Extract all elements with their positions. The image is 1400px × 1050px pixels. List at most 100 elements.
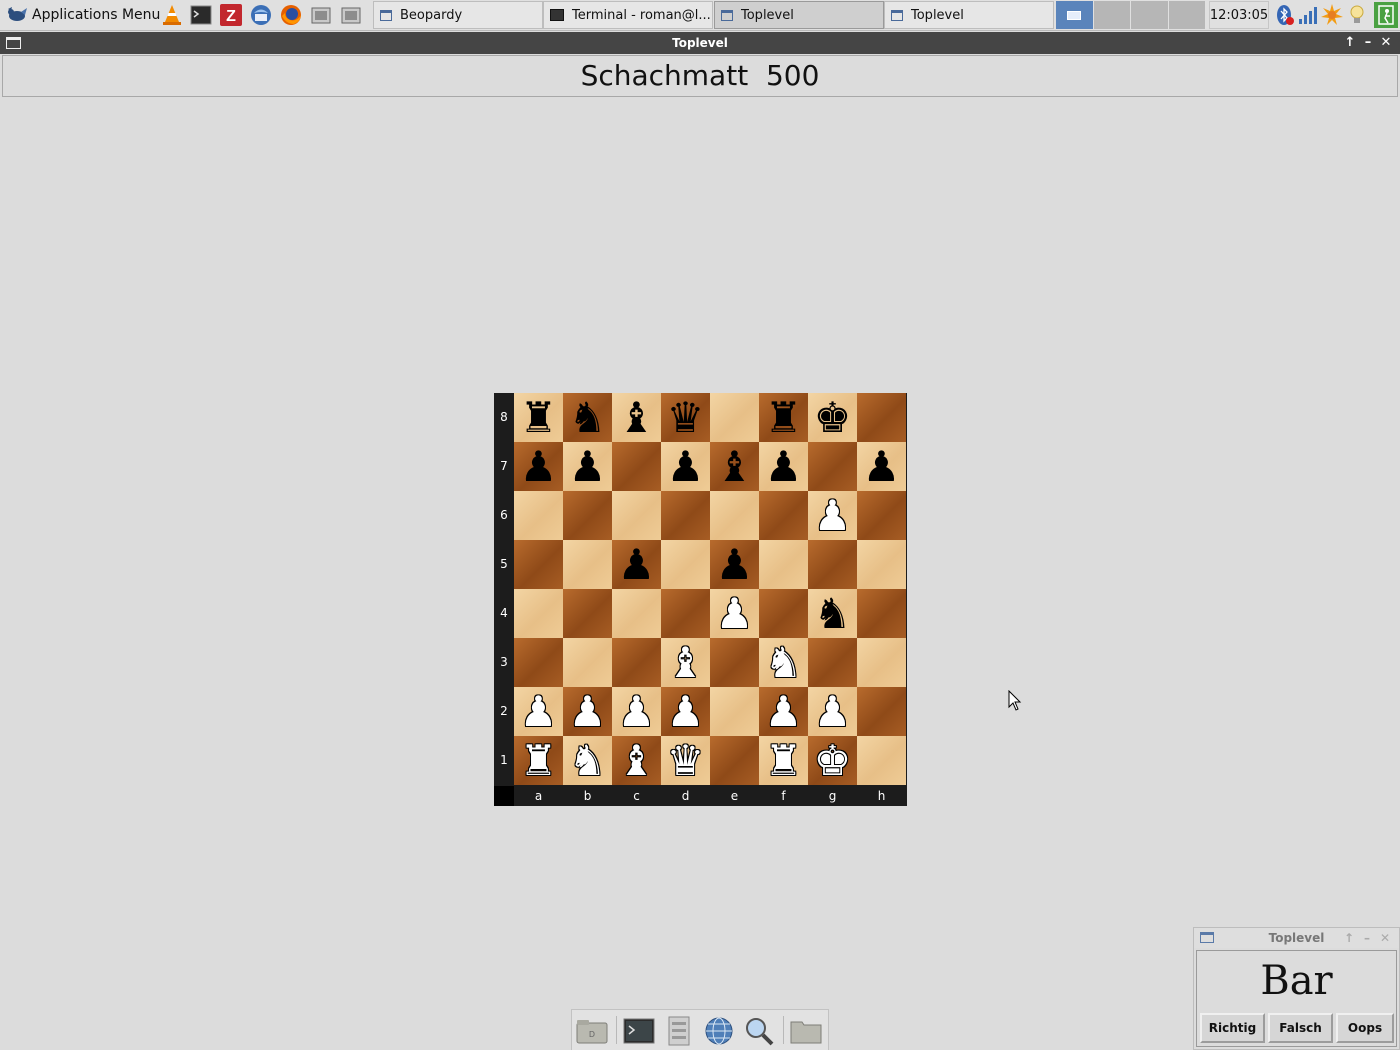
firefox-launcher[interactable] — [279, 3, 303, 27]
window-menu-icon[interactable] — [1200, 932, 1214, 943]
show-desktop-button[interactable]: D — [576, 1015, 608, 1047]
minimize-icon[interactable]: – — [1360, 928, 1374, 948]
square-h3[interactable] — [857, 638, 906, 687]
square-a4[interactable] — [514, 589, 563, 638]
square-a2[interactable]: ♟ — [514, 687, 563, 736]
black-king-icon[interactable]: ♚ — [814, 393, 852, 442]
black-rook-icon[interactable]: ♜ — [765, 393, 803, 442]
white-pawn-icon[interactable]: ♟ — [667, 687, 705, 736]
square-e8[interactable] — [710, 393, 759, 442]
square-f4[interactable] — [759, 589, 808, 638]
square-b7[interactable]: ♟ — [563, 442, 612, 491]
square-b2[interactable]: ♟ — [563, 687, 612, 736]
square-b1[interactable]: ♞ — [563, 736, 612, 785]
white-queen-icon[interactable]: ♛ — [667, 736, 705, 785]
square-e6[interactable] — [710, 491, 759, 540]
lightbulb-tray[interactable] — [1346, 4, 1368, 26]
task-terminal[interactable]: Terminal - roman@l... — [543, 1, 713, 29]
square-h5[interactable] — [857, 540, 906, 589]
white-bishop-icon[interactable]: ♝ — [667, 638, 705, 687]
vlc-launcher[interactable] — [160, 3, 184, 27]
correct-button[interactable]: Richtig — [1200, 1013, 1265, 1043]
square-f5[interactable] — [759, 540, 808, 589]
screenshot-launcher-2[interactable] — [339, 3, 363, 27]
square-a6[interactable] — [514, 491, 563, 540]
square-d4[interactable] — [661, 589, 710, 638]
screenshot-launcher[interactable] — [309, 3, 333, 27]
square-c8[interactable]: ♝ — [612, 393, 661, 442]
black-pawn-icon[interactable]: ♟ — [863, 442, 901, 491]
terminal-launcher[interactable] — [189, 3, 213, 27]
square-f2[interactable]: ♟ — [759, 687, 808, 736]
square-h6[interactable] — [857, 491, 906, 540]
terminal-dock-button[interactable] — [623, 1015, 655, 1047]
wrong-button[interactable]: Falsch — [1268, 1013, 1333, 1043]
black-bishop-icon[interactable]: ♝ — [618, 393, 656, 442]
folder-dock-button[interactable] — [790, 1015, 822, 1047]
close-icon[interactable]: ✕ — [1378, 928, 1392, 948]
black-pawn-icon[interactable]: ♟ — [716, 540, 754, 589]
black-bishop-icon[interactable]: ♝ — [716, 442, 754, 491]
white-pawn-icon[interactable]: ♟ — [814, 687, 852, 736]
workspace-3[interactable] — [1131, 1, 1168, 29]
square-h1[interactable] — [857, 736, 906, 785]
white-bishop-icon[interactable]: ♝ — [618, 736, 656, 785]
weather-tray[interactable] — [1321, 4, 1343, 26]
white-pawn-icon[interactable]: ♟ — [716, 589, 754, 638]
square-d3[interactable]: ♝ — [661, 638, 710, 687]
white-knight-icon[interactable]: ♞ — [569, 736, 607, 785]
square-e1[interactable] — [710, 736, 759, 785]
minimize-icon[interactable]: – — [1360, 32, 1376, 54]
square-g6[interactable]: ♟ — [808, 491, 857, 540]
black-pawn-icon[interactable]: ♟ — [765, 442, 803, 491]
workspace-2[interactable] — [1093, 1, 1130, 29]
square-d8[interactable]: ♛ — [661, 393, 710, 442]
workspace-4[interactable] — [1168, 1, 1205, 29]
square-a1[interactable]: ♜ — [514, 736, 563, 785]
black-pawn-icon[interactable]: ♟ — [618, 540, 656, 589]
square-e4[interactable]: ♟ — [710, 589, 759, 638]
white-pawn-icon[interactable]: ♟ — [569, 687, 607, 736]
square-f6[interactable] — [759, 491, 808, 540]
white-pawn-icon[interactable]: ♟ — [814, 491, 852, 540]
main-window-titlebar[interactable]: Toplevel ↑ – ✕ — [0, 32, 1400, 54]
square-f7[interactable]: ♟ — [759, 442, 808, 491]
square-d6[interactable] — [661, 491, 710, 540]
square-c7[interactable] — [612, 442, 661, 491]
square-e3[interactable] — [710, 638, 759, 687]
black-pawn-icon[interactable]: ♟ — [520, 442, 558, 491]
task-toplevel[interactable]: Toplevel — [884, 1, 1054, 29]
thunderbird-launcher[interactable] — [249, 3, 273, 27]
square-b4[interactable] — [563, 589, 612, 638]
applications-menu-button[interactable]: Applications Menu — [2, 2, 164, 28]
clock[interactable]: 12:03:05 — [1209, 1, 1269, 29]
web-browser-dock-button[interactable] — [703, 1015, 735, 1047]
white-pawn-icon[interactable]: ♟ — [765, 687, 803, 736]
white-pawn-icon[interactable]: ♟ — [520, 687, 558, 736]
search-dock-button[interactable] — [743, 1015, 775, 1047]
workspace-1[interactable] — [1056, 1, 1093, 29]
square-f8[interactable]: ♜ — [759, 393, 808, 442]
square-b6[interactable] — [563, 491, 612, 540]
black-knight-icon[interactable]: ♞ — [569, 393, 607, 442]
square-e2[interactable] — [710, 687, 759, 736]
square-c1[interactable]: ♝ — [612, 736, 661, 785]
square-c4[interactable] — [612, 589, 661, 638]
square-c3[interactable] — [612, 638, 661, 687]
raise-icon[interactable]: ↑ — [1342, 928, 1356, 948]
network-tray[interactable] — [1297, 4, 1319, 26]
square-a5[interactable] — [514, 540, 563, 589]
square-d1[interactable]: ♛ — [661, 736, 710, 785]
white-king-icon[interactable]: ♚ — [814, 736, 852, 785]
white-pawn-icon[interactable]: ♟ — [618, 687, 656, 736]
square-d5[interactable] — [661, 540, 710, 589]
white-knight-icon[interactable]: ♞ — [765, 638, 803, 687]
square-g3[interactable] — [808, 638, 857, 687]
square-g4[interactable]: ♞ — [808, 589, 857, 638]
square-e5[interactable]: ♟ — [710, 540, 759, 589]
square-b8[interactable]: ♞ — [563, 393, 612, 442]
square-g5[interactable] — [808, 540, 857, 589]
close-icon[interactable]: ✕ — [1378, 32, 1394, 54]
square-g2[interactable]: ♟ — [808, 687, 857, 736]
small-window-titlebar[interactable]: Toplevel ↑ – ✕ — [1194, 928, 1399, 948]
